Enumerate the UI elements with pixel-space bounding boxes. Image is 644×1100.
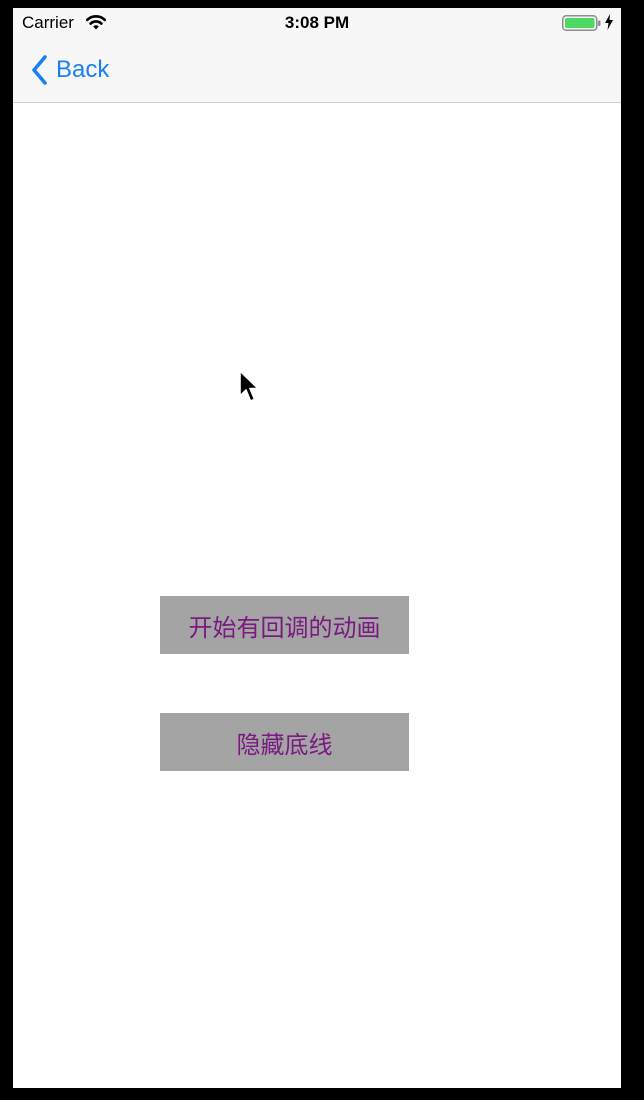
chevron-left-icon	[32, 55, 47, 85]
app-screen: Carrier 3:08 PM Back 开始有回调的动画 隐藏底线	[13, 8, 621, 1088]
status-time: 3:08 PM	[284, 13, 350, 32]
mouse-cursor-icon	[239, 370, 259, 402]
start-callback-animation-button[interactable]: 开始有回调的动画	[160, 596, 409, 654]
navigation-bar: Carrier 3:08 PM Back	[13, 8, 621, 103]
back-label: Back	[56, 56, 110, 83]
battery-icon	[562, 15, 601, 31]
status-bar: Carrier 3:08 PM	[13, 8, 621, 38]
hide-bottom-line-button[interactable]: 隐藏底线	[160, 713, 409, 771]
back-button[interactable]: Back	[30, 50, 109, 90]
bolt-icon	[605, 14, 613, 30]
